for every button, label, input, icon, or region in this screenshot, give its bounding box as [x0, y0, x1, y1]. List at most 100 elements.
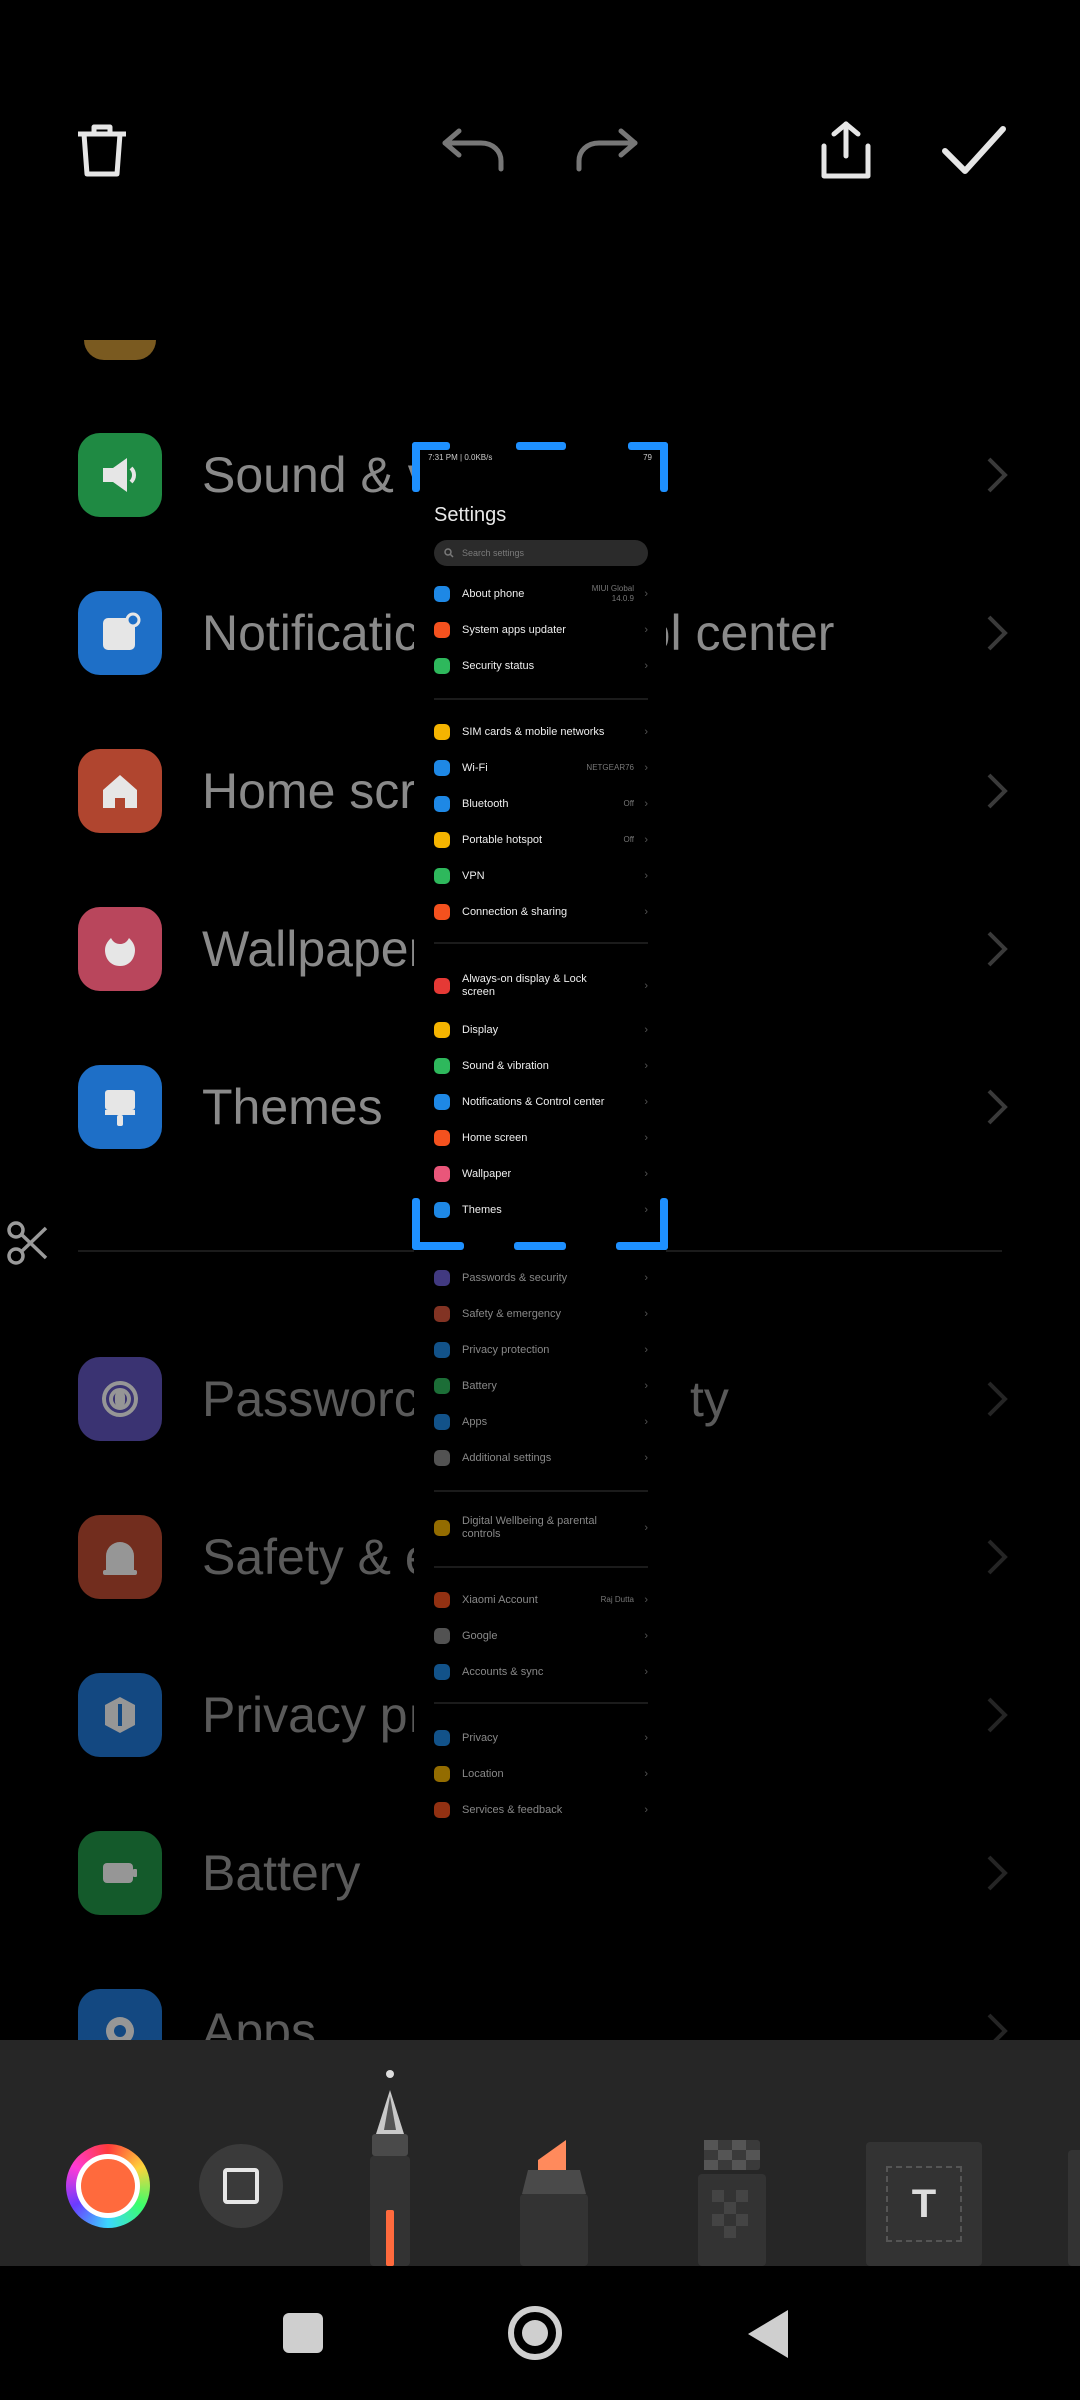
scissors-icon[interactable] [6, 1218, 50, 1268]
list-item-label: Digital Wellbeing & parental controls [462, 1515, 597, 1540]
chevron-right-icon: › [644, 1380, 648, 1392]
list-item[interactable]: System apps updater › [434, 616, 648, 644]
redo-icon[interactable] [564, 108, 648, 192]
list-item[interactable]: Display › [434, 1016, 648, 1044]
chevron-right-icon: › [644, 1522, 648, 1534]
bg-row-label: Themes [202, 1079, 383, 1135]
list-item[interactable]: Privacy › [434, 1724, 648, 1752]
list-item-label: About phone [462, 587, 525, 600]
undo-icon[interactable] [432, 108, 516, 192]
list-item[interactable]: Xiaomi Account Raj Dutta › [434, 1586, 648, 1614]
list-item-label: Portable hotspot [462, 833, 543, 846]
display-icon [434, 1022, 450, 1038]
recents-icon[interactable] [283, 2313, 323, 2353]
notification-icon [78, 591, 162, 675]
list-item[interactable]: Always-on display & Lock screen › [434, 968, 648, 1004]
wallpaper-icon [434, 1166, 450, 1182]
wellbeing-icon [434, 1520, 450, 1536]
crop-corner-br-v[interactable] [660, 1198, 668, 1250]
list-item[interactable]: Services & feedback › [434, 1796, 648, 1824]
divider [434, 1490, 648, 1492]
list-item[interactable]: About phone MIUI Global 14.0.9 › [434, 580, 648, 608]
list-item[interactable]: Accounts & sync › [434, 1658, 648, 1686]
chevron-right-icon: › [644, 980, 648, 992]
list-item-label: Privacy [462, 1731, 499, 1744]
check-icon[interactable] [932, 108, 1016, 192]
list-item-label: Always-on display & Lock screen [462, 973, 587, 998]
list-item[interactable]: Digital Wellbeing & parental controls › [434, 1510, 648, 1546]
list-item[interactable]: Privacy protection › [434, 1336, 648, 1364]
chevron-right-icon: › [644, 906, 648, 918]
list-item[interactable]: Wi-Fi NETGEAR76 › [434, 754, 648, 782]
list-item-label: Wallpaper [462, 1167, 512, 1180]
text-tool[interactable]: T [866, 2142, 982, 2266]
list-item-label: Passwords & security [462, 1271, 568, 1284]
connection-icon [434, 904, 450, 920]
crop-handle-top[interactable] [516, 442, 566, 450]
highlighter-tool[interactable] [514, 2140, 594, 2266]
list-item[interactable]: Sound & vibration › [434, 1052, 648, 1080]
list-item[interactable]: Bluetooth Off › [434, 790, 648, 818]
list-item[interactable]: Safety & emergency › [434, 1300, 648, 1328]
chevron-right-icon: › [644, 1024, 648, 1036]
list-item[interactable]: Battery › [434, 1372, 648, 1400]
status-time: 7:31 PM | 0.0KB/s [428, 452, 493, 462]
search-input[interactable]: Search settings [434, 540, 648, 566]
divider [434, 1566, 648, 1568]
square-shape-icon[interactable] [199, 2144, 283, 2228]
list-item-label: Additional settings [462, 1451, 552, 1464]
list-item[interactable]: SIM cards & mobile networks › [434, 718, 648, 746]
list-item[interactable]: Location › [434, 1760, 648, 1788]
mosaic-tool[interactable] [692, 2140, 772, 2266]
list-item[interactable]: Notifications & Control center › [434, 1088, 648, 1116]
list-item[interactable]: Home screen › [434, 1124, 648, 1152]
additional-settings-icon [434, 1450, 450, 1466]
chevron-right-icon: › [644, 1768, 648, 1780]
crop-corner-bl[interactable] [412, 1242, 464, 1250]
list-item[interactable]: Additional settings › [434, 1444, 648, 1472]
crop-corner-tr-v[interactable] [660, 442, 668, 492]
location-icon [434, 1766, 450, 1782]
list-item-label: Themes [462, 1203, 502, 1216]
status-battery: 79 [643, 452, 652, 462]
crop-corner-tl-v[interactable] [412, 442, 420, 492]
home-circle-icon[interactable] [508, 2306, 562, 2360]
bg-row-label: Sound & v [202, 447, 433, 503]
themes-icon [434, 1202, 450, 1218]
more-tools-peek[interactable] [1068, 2150, 1080, 2266]
crop-handle-bottom[interactable] [514, 1242, 566, 1250]
list-item[interactable]: Security status › [434, 652, 648, 680]
list-item[interactable]: Connection & sharing › [434, 898, 648, 926]
themes-icon [78, 1065, 162, 1149]
apps-icon [434, 1414, 450, 1430]
list-item[interactable]: Themes › [434, 1196, 648, 1224]
bg-row-label: Home scr [202, 763, 416, 819]
partial-icon [84, 340, 156, 360]
back-icon[interactable] [748, 2310, 788, 2358]
color-wheel-icon[interactable] [66, 2144, 150, 2228]
list-item[interactable]: Passwords & security › [434, 1264, 648, 1292]
list-item[interactable]: Apps › [434, 1408, 648, 1436]
speaker-icon [78, 433, 162, 517]
list-item-label: Home screen [462, 1131, 528, 1144]
chevron-right-icon: › [644, 1630, 648, 1642]
privacy-protection-icon [434, 1342, 450, 1358]
wifi-icon [434, 760, 450, 776]
mini-screenshot[interactable]: 7:31 PM | 0.0KB/s 79 Settings Search set… [414, 442, 666, 1860]
bg-row-label: Wallpaper [202, 921, 426, 977]
pen-tool[interactable] [356, 2090, 424, 2266]
vpn-icon [434, 868, 450, 884]
list-item[interactable]: VPN › [434, 862, 648, 890]
privacy-icon [434, 1730, 450, 1746]
share-icon[interactable] [804, 108, 888, 192]
list-item[interactable]: Wallpaper › [434, 1160, 648, 1188]
list-item-label: Google [462, 1629, 498, 1642]
lock-screen-icon [434, 978, 450, 994]
hotspot-icon [434, 832, 450, 848]
text-tool-label: T [911, 2181, 937, 2226]
list-item[interactable]: Portable hotspot Off › [434, 826, 648, 854]
trash-icon[interactable] [60, 108, 144, 192]
list-item[interactable]: Google › [434, 1622, 648, 1650]
chevron-right-icon: › [644, 762, 648, 774]
chevron-right-icon [987, 457, 1008, 493]
